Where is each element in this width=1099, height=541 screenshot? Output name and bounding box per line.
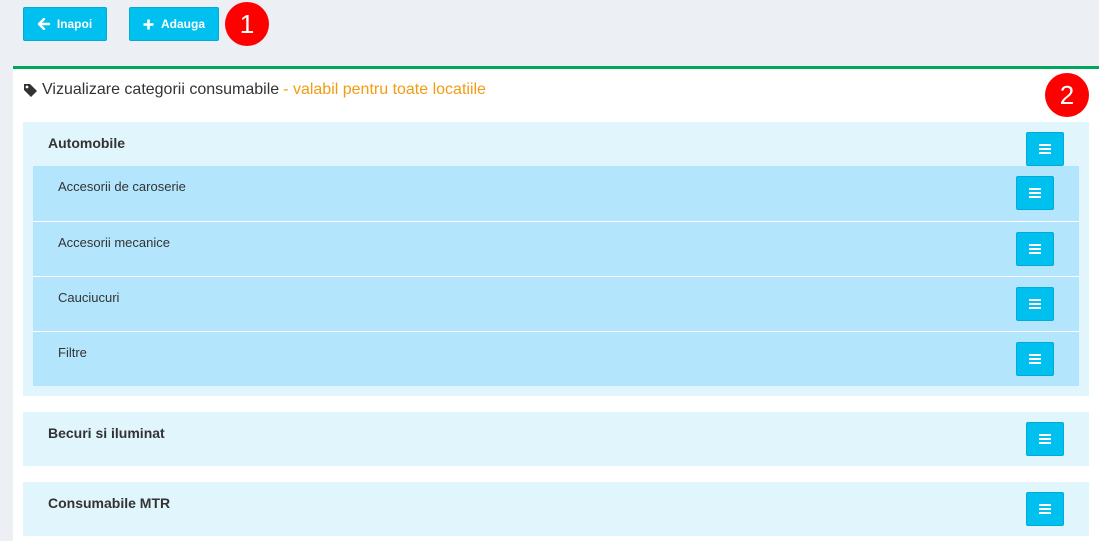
arrow-left-icon <box>37 18 50 30</box>
bars-icon <box>1039 504 1051 514</box>
subcategory-item: Accesorii mecanice <box>33 221 1079 276</box>
subcategory-item: Accesorii de caroserie <box>33 166 1079 221</box>
subcategory-title: Filtre <box>58 345 87 360</box>
subcategory-title: Cauciucuri <box>58 290 120 305</box>
subcategory-menu-button[interactable] <box>1016 342 1054 376</box>
subcategory-title: Accesorii de caroserie <box>58 179 186 194</box>
add-button[interactable]: Adauga <box>129 7 219 41</box>
subcategory-item: Filtre <box>33 331 1079 386</box>
back-button-label: Inapoi <box>56 17 93 31</box>
bars-icon <box>1029 244 1041 254</box>
subcategory-menu-button[interactable] <box>1016 176 1054 210</box>
category-consumabile-mtr: Consumabile MTR <box>23 482 1089 536</box>
category-title: Consumabile MTR <box>48 495 171 511</box>
add-button-label: Adauga <box>160 17 205 31</box>
tag-icon <box>24 83 37 97</box>
bars-icon <box>1029 299 1041 309</box>
panel-title-text: Vizualizare categorii consumabile <box>42 81 280 98</box>
bars-icon <box>1039 144 1051 154</box>
category-automobile: Automobile Accesorii de caroserie Acceso… <box>23 122 1089 396</box>
bars-icon <box>1039 434 1051 444</box>
subcategory-list: Accesorii de caroserie Accesorii mecanic… <box>33 166 1079 386</box>
category-menu-button[interactable] <box>1026 132 1064 166</box>
bars-icon <box>1029 188 1041 198</box>
category-menu-button[interactable] <box>1026 492 1064 526</box>
categories-panel: Vizualizare categorii consumabile - vala… <box>13 66 1099 541</box>
panel-title-note: - valabil pentru toate locatiile <box>283 81 486 98</box>
annotation-badge-2: 2 <box>1045 73 1089 117</box>
back-button[interactable]: Inapoi <box>23 7 107 41</box>
subcategory-menu-button[interactable] <box>1016 287 1054 321</box>
category-becuri-si-iluminat: Becuri si iluminat <box>23 412 1089 466</box>
bars-icon <box>1029 354 1041 364</box>
panel-title: Vizualizare categorii consumabile - vala… <box>23 81 486 99</box>
subcategory-title: Accesorii mecanice <box>58 235 170 250</box>
subcategory-menu-button[interactable] <box>1016 232 1054 266</box>
category-title: Becuri si iluminat <box>48 425 165 441</box>
annotation-badge-1: 1 <box>225 2 269 46</box>
category-title: Automobile <box>48 135 125 151</box>
toolbar: Inapoi Adauga 1 <box>0 0 1099 66</box>
plus-icon <box>143 19 154 29</box>
category-menu-button[interactable] <box>1026 422 1064 456</box>
subcategory-item: Cauciucuri <box>33 276 1079 331</box>
